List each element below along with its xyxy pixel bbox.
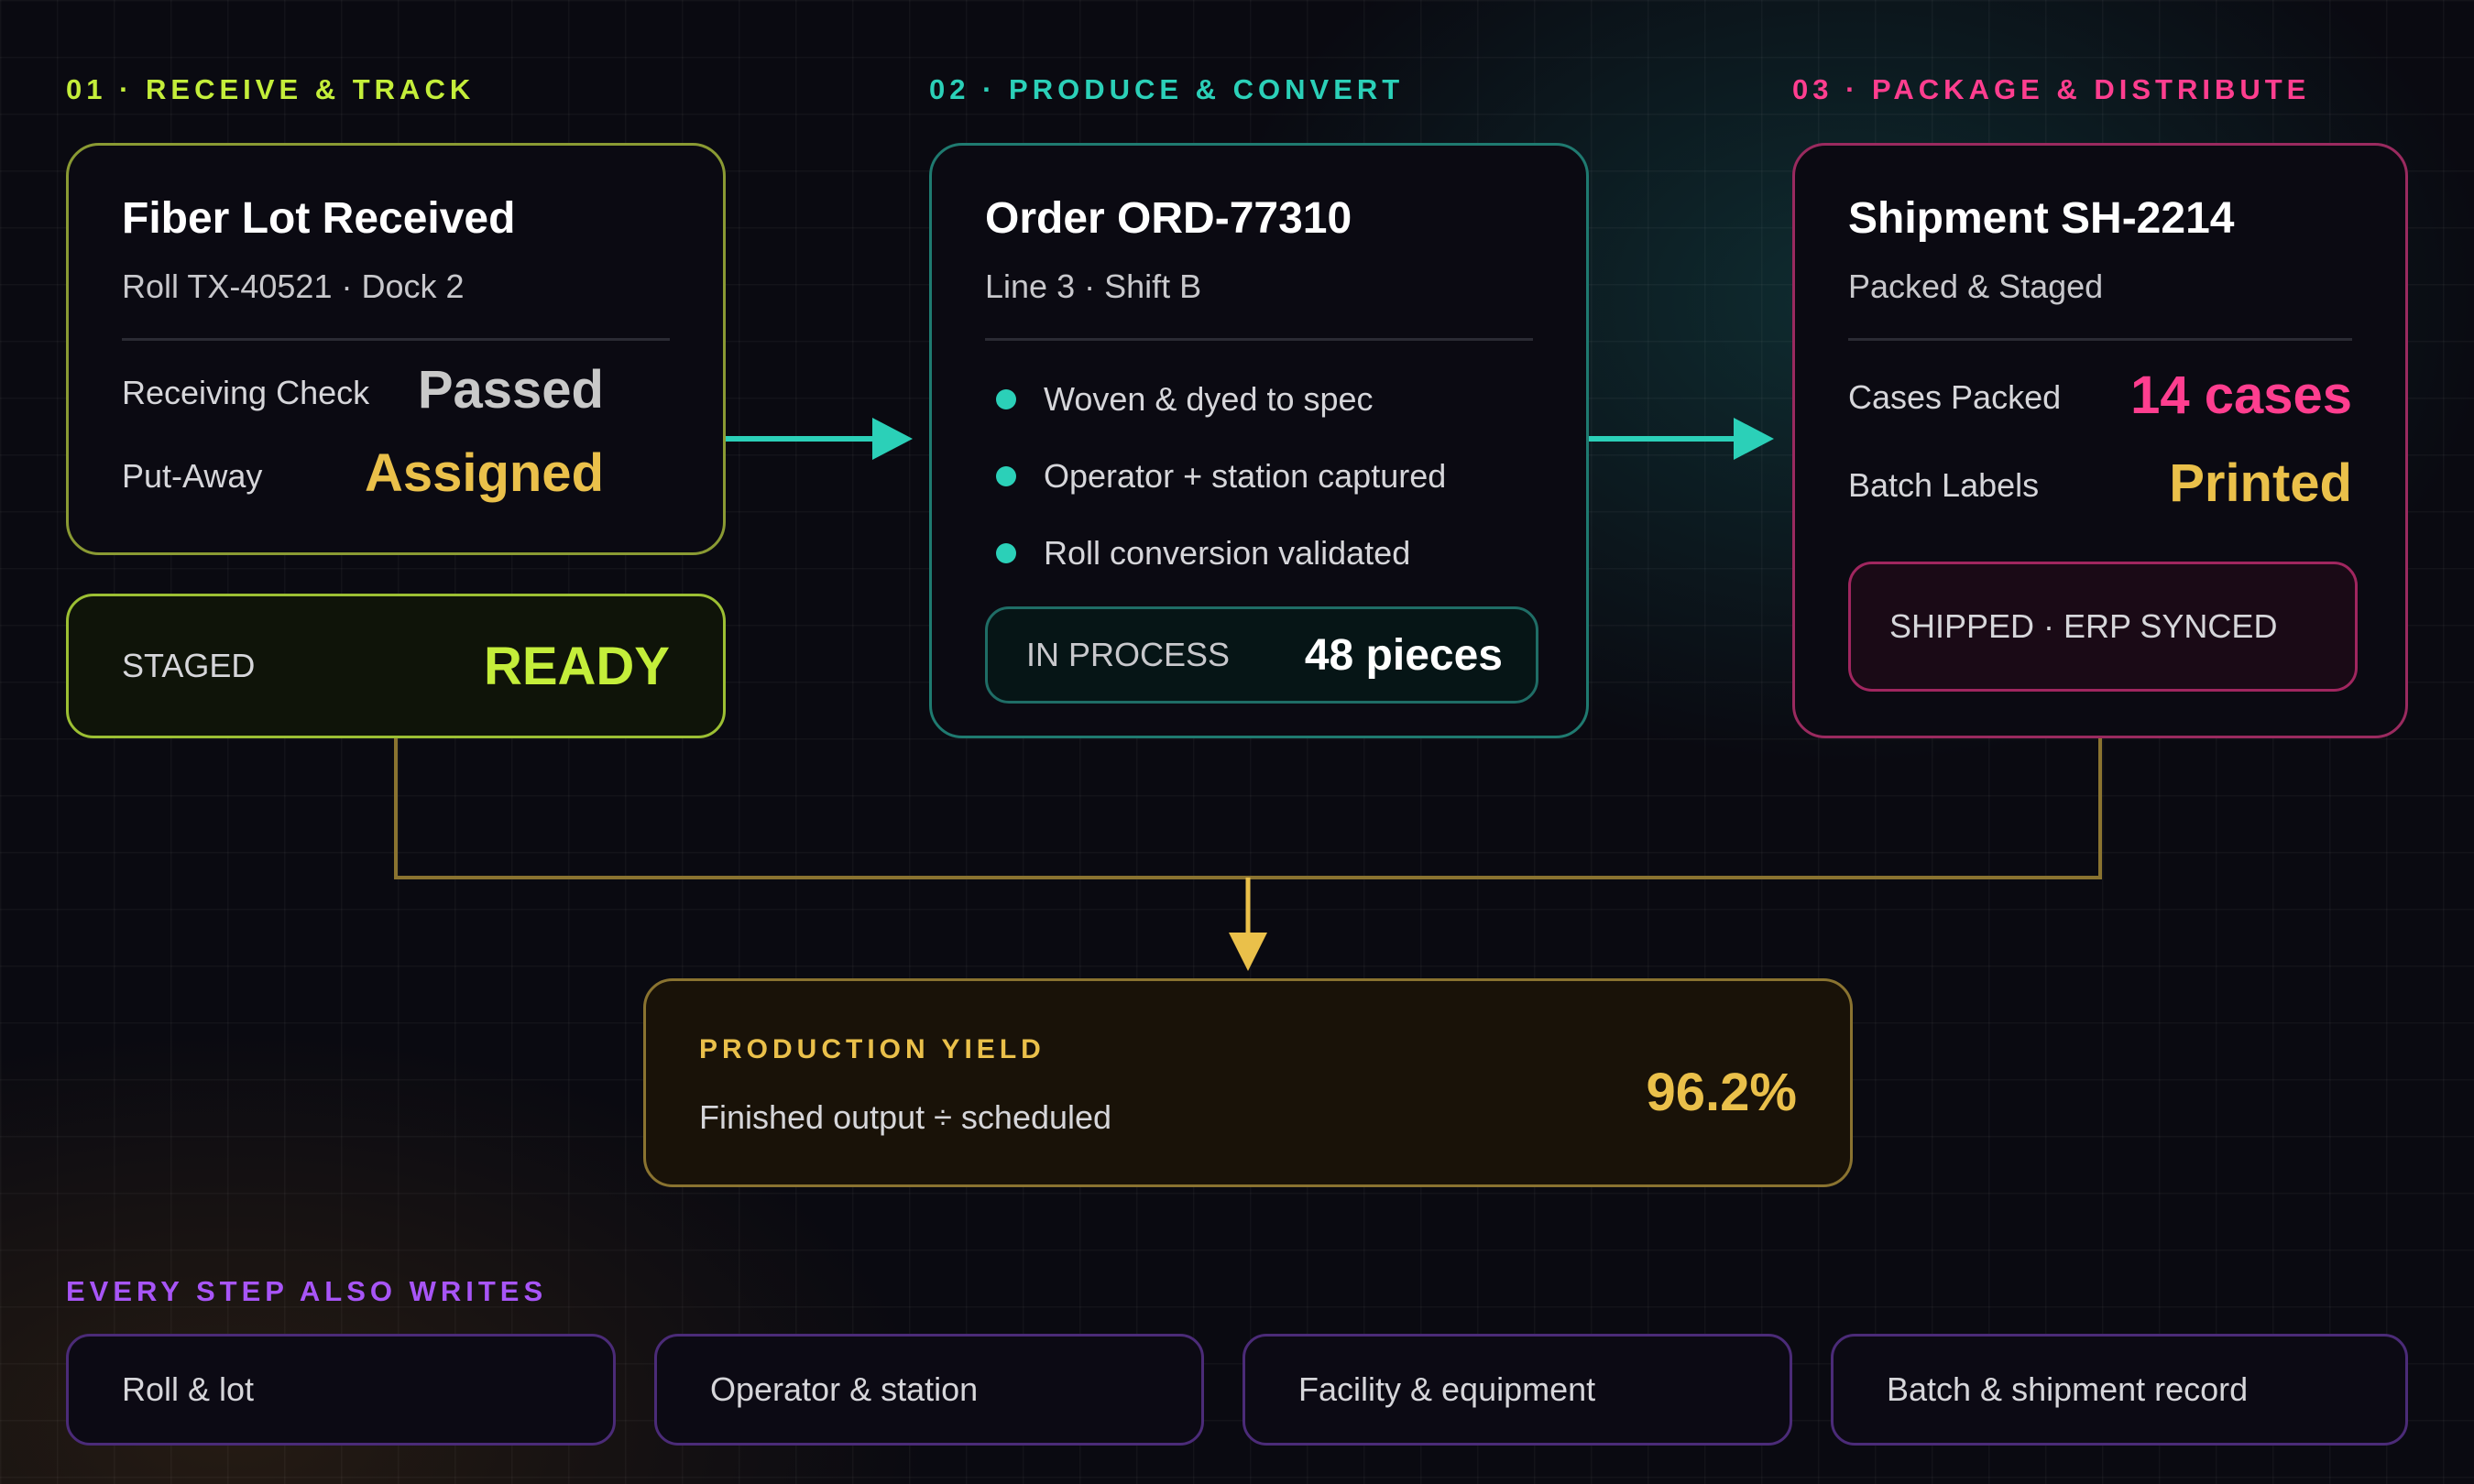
arrow-right-icon <box>1734 418 1774 460</box>
yield-formula: Finished output ÷ scheduled <box>699 1098 1112 1136</box>
dot-icon <box>996 389 1016 409</box>
card-divider <box>122 338 670 341</box>
row-value-cases-packed: 14 cases <box>2130 366 2352 425</box>
status-value: READY <box>483 636 670 696</box>
arrow-right-icon <box>872 418 913 460</box>
write-item-roll-lot: Roll & lot <box>66 1334 616 1446</box>
status-value: 48 pieces <box>1304 630 1503 680</box>
writes-label: EVERY STEP ALSO WRITES <box>66 1275 548 1307</box>
card-divider <box>985 338 1533 341</box>
status-shipped: SHIPPED · ERP SYNCED <box>1848 562 2358 692</box>
write-item-facility-equipment: Facility & equipment <box>1242 1334 1792 1446</box>
row-label-receiving-check: Receiving Check <box>122 374 370 411</box>
card-subtitle: Line 3 · Shift B <box>985 267 1202 305</box>
dot-icon <box>996 466 1016 486</box>
yield-value: 96.2% <box>1646 1063 1797 1122</box>
card-shipment: Shipment SH-2214 Packed & Staged Cases P… <box>1792 143 2408 738</box>
list-item-text: Roll conversion validated <box>1044 534 1411 572</box>
status-in-process: IN PROCESS 48 pieces <box>985 606 1538 704</box>
card-title: Shipment SH-2214 <box>1848 194 2235 243</box>
row-value-put-away: Assigned <box>364 443 604 503</box>
list-item: Operator + station captured <box>985 457 1446 496</box>
card-subtitle: Roll TX-40521 · Dock 2 <box>122 267 465 305</box>
write-item-batch-shipment: Batch & shipment record <box>1831 1334 2408 1446</box>
status-label: STAGED <box>122 647 256 684</box>
card-order: Order ORD-77310 Line 3 · Shift B Woven &… <box>929 143 1589 738</box>
list-item: Roll conversion validated <box>985 534 1410 573</box>
card-divider <box>1848 338 2352 341</box>
yield-label: PRODUCTION YIELD <box>699 1034 1045 1064</box>
dot-icon <box>996 543 1016 563</box>
list-item: Woven & dyed to spec <box>985 380 1374 419</box>
card-title: Fiber Lot Received <box>122 194 516 243</box>
stage-label-receive: 01 · RECEIVE & TRACK <box>66 73 476 105</box>
row-label-put-away: Put-Away <box>122 457 263 495</box>
stage-label-package: 03 · PACKAGE & DISTRIBUTE <box>1792 73 2311 105</box>
connector-merge-to-yield <box>394 738 2102 879</box>
status-label: SHIPPED · ERP SYNCED <box>1889 607 2278 645</box>
row-label-batch-labels: Batch Labels <box>1848 466 2040 504</box>
list-item-text: Woven & dyed to spec <box>1044 380 1374 418</box>
card-fiber-lot: Fiber Lot Received Roll TX-40521 · Dock … <box>66 143 726 555</box>
production-yield-card: PRODUCTION YIELD Finished output ÷ sched… <box>643 978 1853 1187</box>
card-title: Order ORD-77310 <box>985 194 1352 243</box>
arrow-down-icon <box>1229 933 1267 971</box>
stage-label-produce: 02 · PRODUCE & CONVERT <box>929 73 1405 105</box>
card-subtitle: Packed & Staged <box>1848 267 2104 305</box>
status-label: IN PROCESS <box>1026 636 1231 673</box>
row-label-cases-packed: Cases Packed <box>1848 378 2062 416</box>
status-staged: STAGED READY <box>66 594 726 738</box>
row-value-receiving-check: Passed <box>417 360 604 420</box>
write-item-operator-station: Operator & station <box>654 1334 1204 1446</box>
list-item-text: Operator + station captured <box>1044 457 1447 495</box>
row-value-batch-labels: Printed <box>2169 453 2352 513</box>
